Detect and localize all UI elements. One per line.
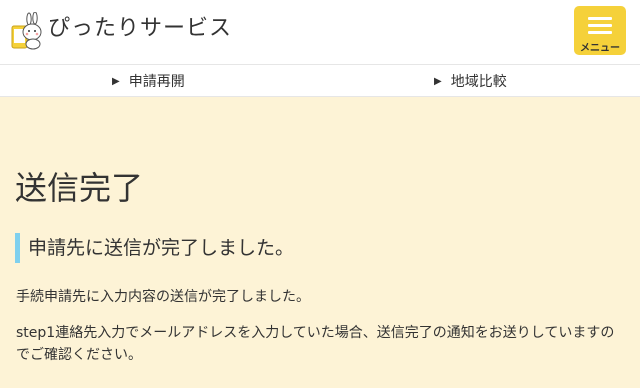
completion-message: 手続申請先に入力内容の送信が完了しました。 (16, 289, 310, 305)
sub-navigation: ▶ 申請再開 ▶ 地域比較 (0, 64, 640, 97)
menu-button-label: メニュー (580, 43, 620, 54)
section-heading: 申請先に送信が完了しました。 (15, 233, 294, 263)
site-brand-name[interactable]: ぴったりサービス (48, 14, 232, 44)
menu-button[interactable]: メニュー (574, 6, 626, 55)
subnav-item-label: 申請再開 (128, 74, 185, 90)
page-title: 送信完了 (15, 169, 144, 207)
triangle-right-icon: ▶ (112, 75, 120, 87)
rabbit-smartphone-logo-icon[interactable] (10, 11, 44, 50)
subnav-item-resume-application[interactable]: ▶ 申請再開 (112, 71, 185, 91)
subnav-item-region-compare[interactable]: ▶ 地域比較 (434, 71, 507, 91)
site-header: ぴったりサービス メニュー (0, 0, 640, 64)
notification-message: step1連絡先入力でメールアドレスを入力していた場合、送信完了の通知をお送りし… (16, 325, 615, 363)
triangle-right-icon: ▶ (434, 75, 442, 87)
subnav-item-label: 地域比較 (450, 74, 507, 90)
